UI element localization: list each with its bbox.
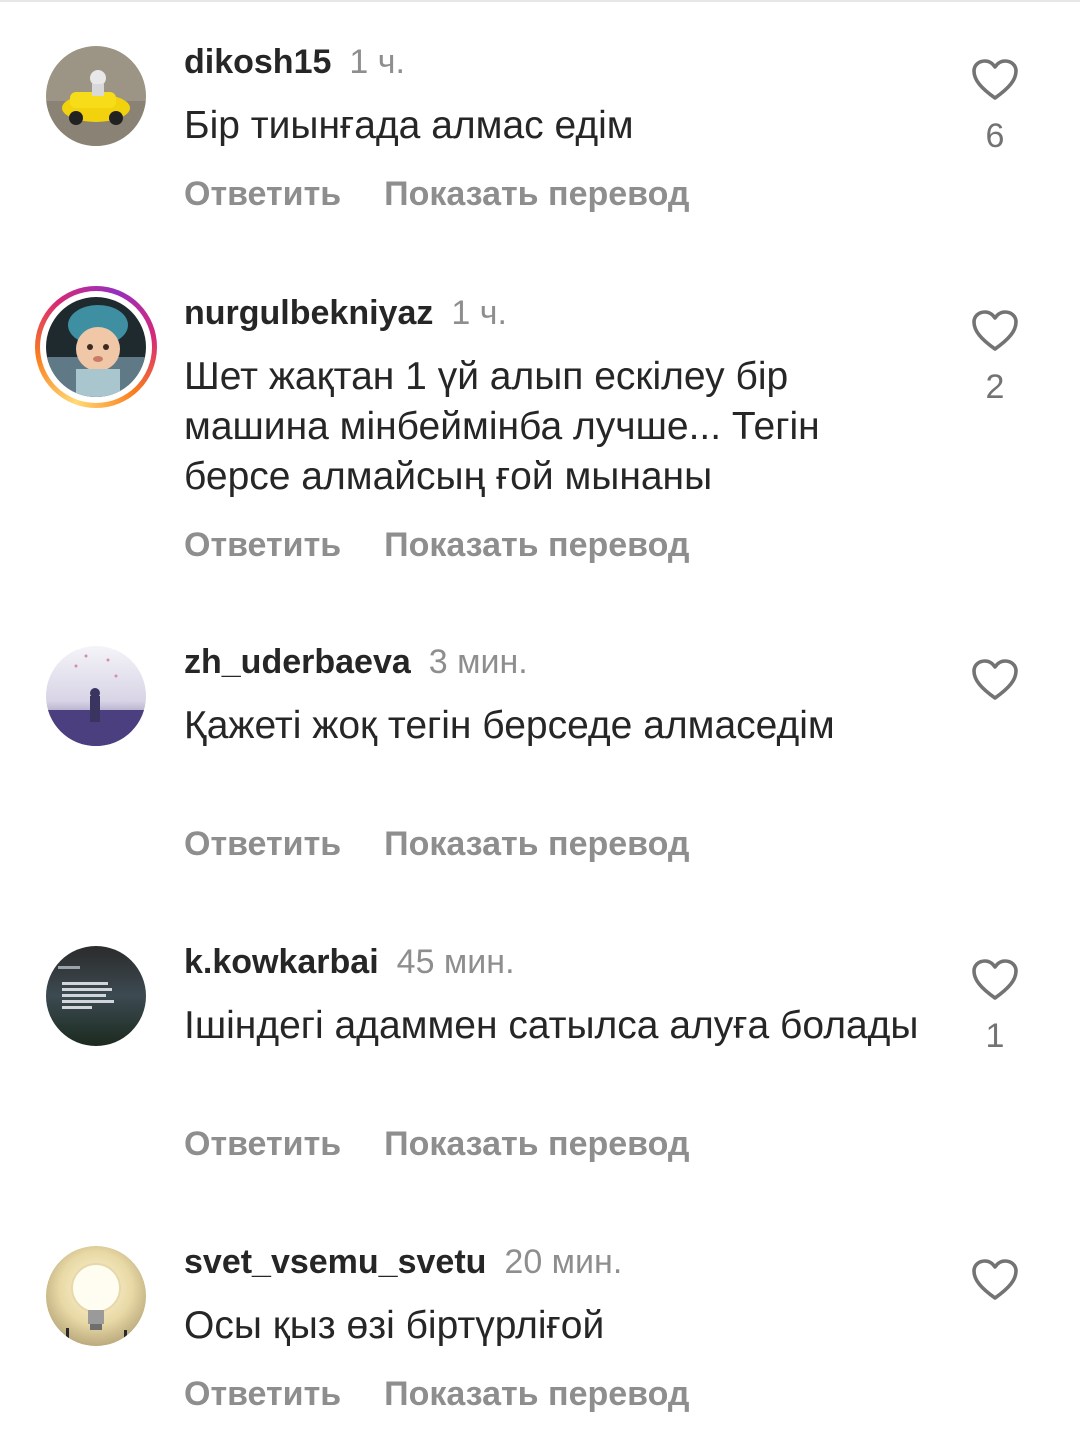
- username[interactable]: nurgulbekniyaz: [184, 294, 433, 332]
- comment-text: Қажеті жоқ тегін берседе алмаседім: [184, 704, 835, 747]
- show-translation-button[interactable]: Показать перевод: [384, 1124, 689, 1164]
- like-count: 1: [985, 1017, 1005, 1055]
- timestamp: 45 мин.: [396, 943, 515, 981]
- avatar-photo-purple-field: [46, 646, 146, 746]
- username[interactable]: k.kowkarbai: [184, 943, 379, 981]
- comment-meta: nurgulbekniyaz 1 ч.: [184, 293, 507, 333]
- reply-button[interactable]: Ответить: [184, 824, 341, 864]
- like-count: 2: [985, 368, 1005, 406]
- comment-actions: Ответить Показать перевод: [184, 525, 690, 565]
- heart-outline-icon[interactable]: [971, 58, 1019, 102]
- reply-button[interactable]: Ответить: [184, 1374, 341, 1414]
- avatar[interactable]: [46, 646, 146, 746]
- comment-actions: Ответить Показать перевод: [184, 174, 690, 214]
- timestamp: 1 ч.: [349, 43, 405, 81]
- avatar-photo-toy-car: [46, 46, 146, 146]
- comment-text: Шет жақтан 1 үй алып ескілеу бір машина …: [184, 355, 820, 498]
- comment-actions: Ответить Показать перевод: [184, 1374, 690, 1414]
- comment-meta: svet_vsemu_svetu 20 мин.: [184, 1242, 622, 1282]
- avatar[interactable]: [46, 46, 146, 146]
- comment-actions: Ответить Показать перевод: [184, 1124, 690, 1164]
- avatar-photo-baby: [46, 297, 146, 397]
- comment-meta: zh_uderbaeva 3 мин.: [184, 642, 528, 682]
- comment-meta: dikosh15 1 ч.: [184, 42, 405, 82]
- reply-button[interactable]: Ответить: [184, 174, 341, 214]
- comment-text: Осы қыз өзі біртүрліғой: [184, 1304, 605, 1347]
- show-translation-button[interactable]: Показать перевод: [384, 824, 689, 864]
- avatar[interactable]: [46, 946, 146, 1046]
- heart-outline-icon[interactable]: [971, 1258, 1019, 1302]
- show-translation-button[interactable]: Показать перевод: [384, 525, 689, 565]
- like-count: 6: [985, 117, 1005, 155]
- avatar-photo-light-bulb: [46, 1246, 146, 1346]
- comment-text: Бір тиынғада алмас едім: [184, 104, 634, 147]
- show-translation-button[interactable]: Показать перевод: [384, 1374, 689, 1414]
- heart-outline-icon[interactable]: [971, 658, 1019, 702]
- username[interactable]: zh_uderbaeva: [184, 643, 411, 681]
- username[interactable]: dikosh15: [184, 43, 331, 81]
- reply-button[interactable]: Ответить: [184, 525, 341, 565]
- timestamp: 1 ч.: [451, 294, 507, 332]
- comment-actions: Ответить Показать перевод: [184, 824, 690, 864]
- reply-button[interactable]: Ответить: [184, 1124, 341, 1164]
- heart-outline-icon[interactable]: [971, 958, 1019, 1002]
- avatar-with-story-ring[interactable]: [35, 286, 157, 408]
- username[interactable]: svet_vsemu_svetu: [184, 1243, 486, 1281]
- top-divider: [0, 0, 1080, 2]
- timestamp: 20 мин.: [504, 1243, 623, 1281]
- comment-meta: k.kowkarbai 45 мин.: [184, 942, 515, 982]
- comment-text: Ішіндегі адаммен сатылса алуға болады: [184, 1004, 919, 1047]
- show-translation-button[interactable]: Показать перевод: [384, 174, 689, 214]
- timestamp: 3 мин.: [428, 643, 528, 681]
- heart-outline-icon[interactable]: [971, 309, 1019, 353]
- avatar[interactable]: [46, 1246, 146, 1346]
- avatar-photo-quote-image: [46, 946, 146, 1046]
